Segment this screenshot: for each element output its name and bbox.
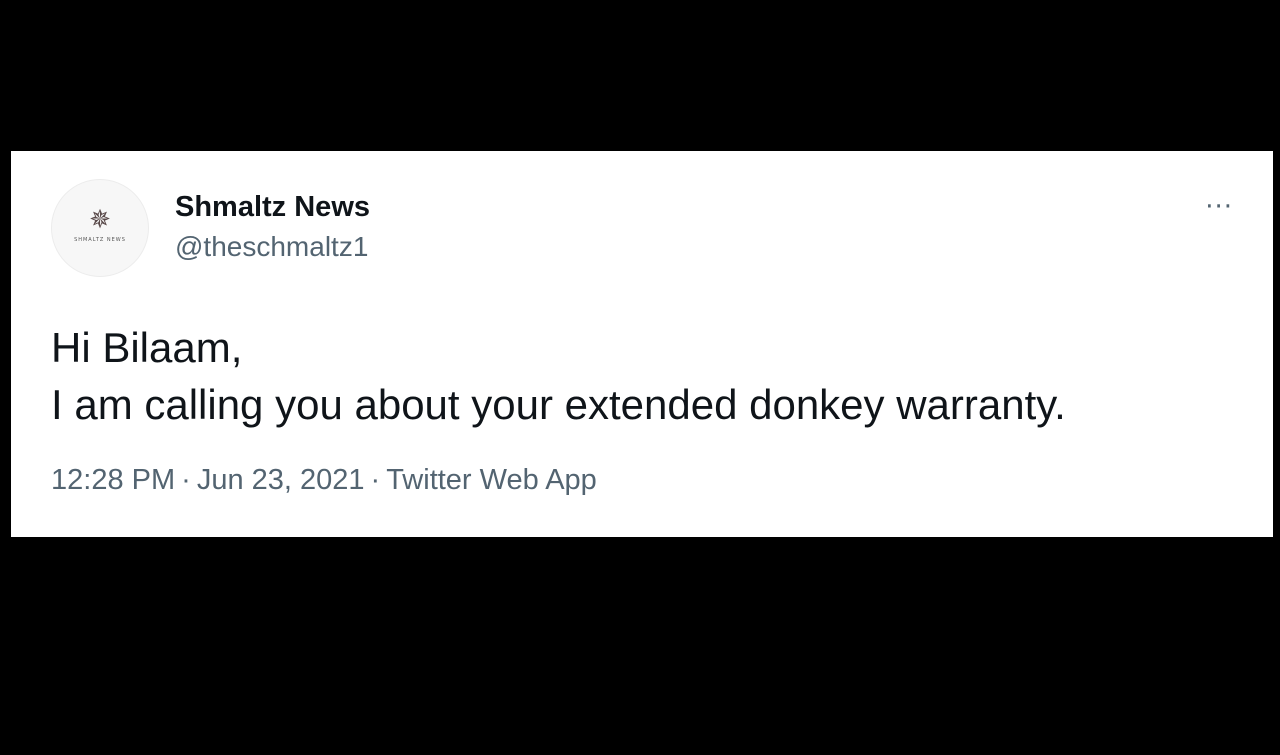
avatar-caption: SHMALTZ NEWS [74, 237, 126, 243]
meta-separator: · [370, 464, 381, 496]
tweet-card: ✵ SHMALTZ NEWS Shmaltz News @theschmaltz… [11, 151, 1273, 537]
star-logo-icon: ✵ [89, 205, 111, 235]
tweet-date[interactable]: Jun 23, 2021 [197, 464, 365, 496]
tweet-source[interactable]: Twitter Web App [386, 464, 597, 496]
meta-separator: · [181, 464, 191, 496]
tweet-text-line: Hi Bilaam, [51, 324, 243, 371]
tweet-meta: 12:28 PM · Jun 23, 2021 · Twitter Web App [51, 464, 597, 497]
author-display-name[interactable]: Shmaltz News [175, 189, 370, 225]
tweet-text: Hi Bilaam, I am calling you about your e… [51, 319, 1241, 433]
tweet-time[interactable]: 12:28 PM [51, 464, 175, 496]
tweet-header: ✵ SHMALTZ NEWS Shmaltz News @theschmaltz… [51, 179, 370, 277]
author-names: Shmaltz News @theschmaltz1 [175, 189, 370, 265]
author-handle[interactable]: @theschmaltz1 [175, 229, 370, 265]
tweet-text-line: I am calling you about your extended don… [51, 381, 1066, 428]
more-options-icon[interactable]: ··· [1205, 194, 1233, 220]
avatar[interactable]: ✵ SHMALTZ NEWS [51, 179, 149, 277]
